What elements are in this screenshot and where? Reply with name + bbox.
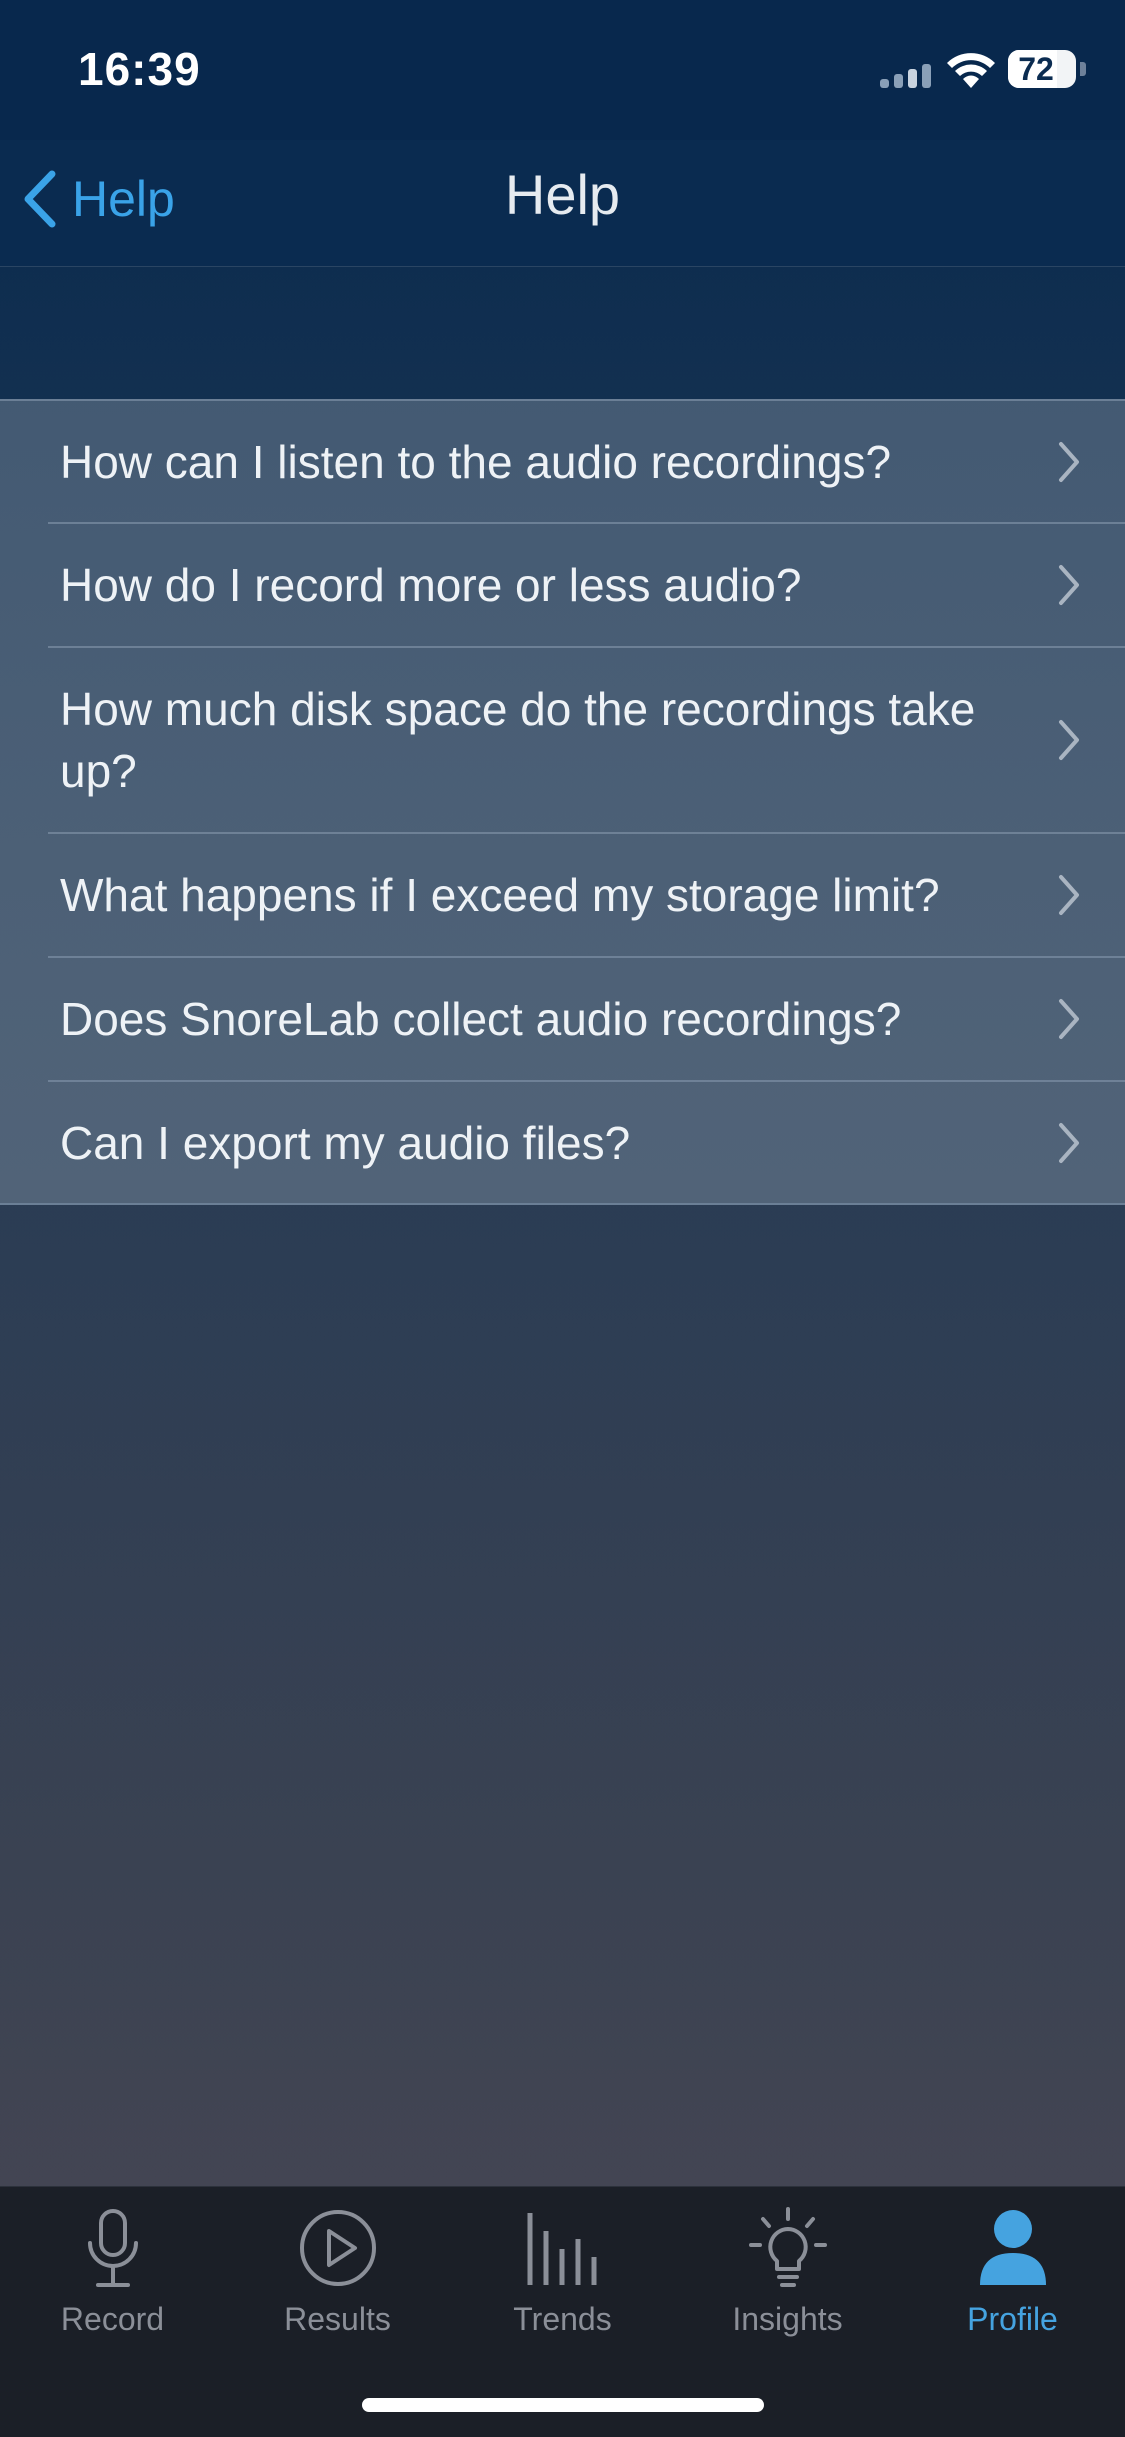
faq-question: What happens if I exceed my storage limi… <box>60 869 940 921</box>
faq-question: How do I record more or less audio? <box>60 559 802 611</box>
cellular-signal-icon <box>880 62 934 88</box>
faq-item-collect-recordings[interactable]: Does SnoreLab collect audio recordings? <box>0 958 1125 1080</box>
faq-question: Can I export my audio files? <box>60 1116 631 1169</box>
faq-question: How much disk space do the recordings ta… <box>60 683 976 797</box>
home-indicator <box>362 2398 764 2412</box>
tab-insights[interactable]: Insights <box>675 2205 900 2355</box>
person-icon <box>979 2210 1046 2285</box>
faq-item-disk-space[interactable]: How much disk space do the recordings ta… <box>0 648 1125 832</box>
tab-label: Trends <box>513 2301 612 2337</box>
tab-results[interactable]: Results <box>225 2205 450 2355</box>
tab-record[interactable]: Record <box>0 2205 225 2355</box>
faq-item-listen-recordings[interactable]: How can I listen to the audio recordings… <box>0 401 1125 522</box>
faq-item-record-more-less[interactable]: How do I record more or less audio? <box>0 524 1125 646</box>
tab-label: Insights <box>732 2301 843 2337</box>
tab-label: Results <box>284 2301 391 2337</box>
tab-profile[interactable]: Profile <box>900 2205 1125 2355</box>
chevron-right-icon <box>1059 999 1079 1039</box>
bars-icon <box>527 2213 596 2285</box>
faq-list: How can I listen to the audio recordings… <box>0 399 1125 1205</box>
tab-label: Profile <box>967 2301 1058 2337</box>
microphone-icon <box>87 2209 138 2287</box>
faq-item-export-audio[interactable]: Can I export my audio files? <box>0 1082 1125 1203</box>
wifi-icon <box>947 53 995 88</box>
chevron-right-icon <box>1059 720 1079 760</box>
tab-trends[interactable]: Trends <box>450 2205 675 2355</box>
faq-question: Does SnoreLab collect audio recordings? <box>60 993 902 1045</box>
faq-question: How can I listen to the audio recordings… <box>60 435 892 488</box>
chevron-right-icon <box>1059 1122 1079 1163</box>
tab-label: Record <box>60 2301 165 2337</box>
page-title: Help <box>504 163 621 226</box>
faq-item-storage-limit[interactable]: What happens if I exceed my storage limi… <box>0 834 1125 956</box>
lightbulb-icon <box>748 2207 827 2287</box>
battery-percent: 72 <box>1018 51 1054 87</box>
chevron-right-icon <box>1059 565 1079 605</box>
chevron-right-icon <box>1059 875 1079 915</box>
battery-cap <box>1080 62 1086 76</box>
status-time: 16:39 <box>78 43 201 95</box>
status-bar: 16:39 72 <box>0 0 1125 140</box>
navigation-bar: Help Help <box>0 140 1125 267</box>
play-circle-icon <box>299 2210 376 2286</box>
battery-icon: 72 <box>1008 50 1076 88</box>
chevron-right-icon <box>1059 441 1079 482</box>
